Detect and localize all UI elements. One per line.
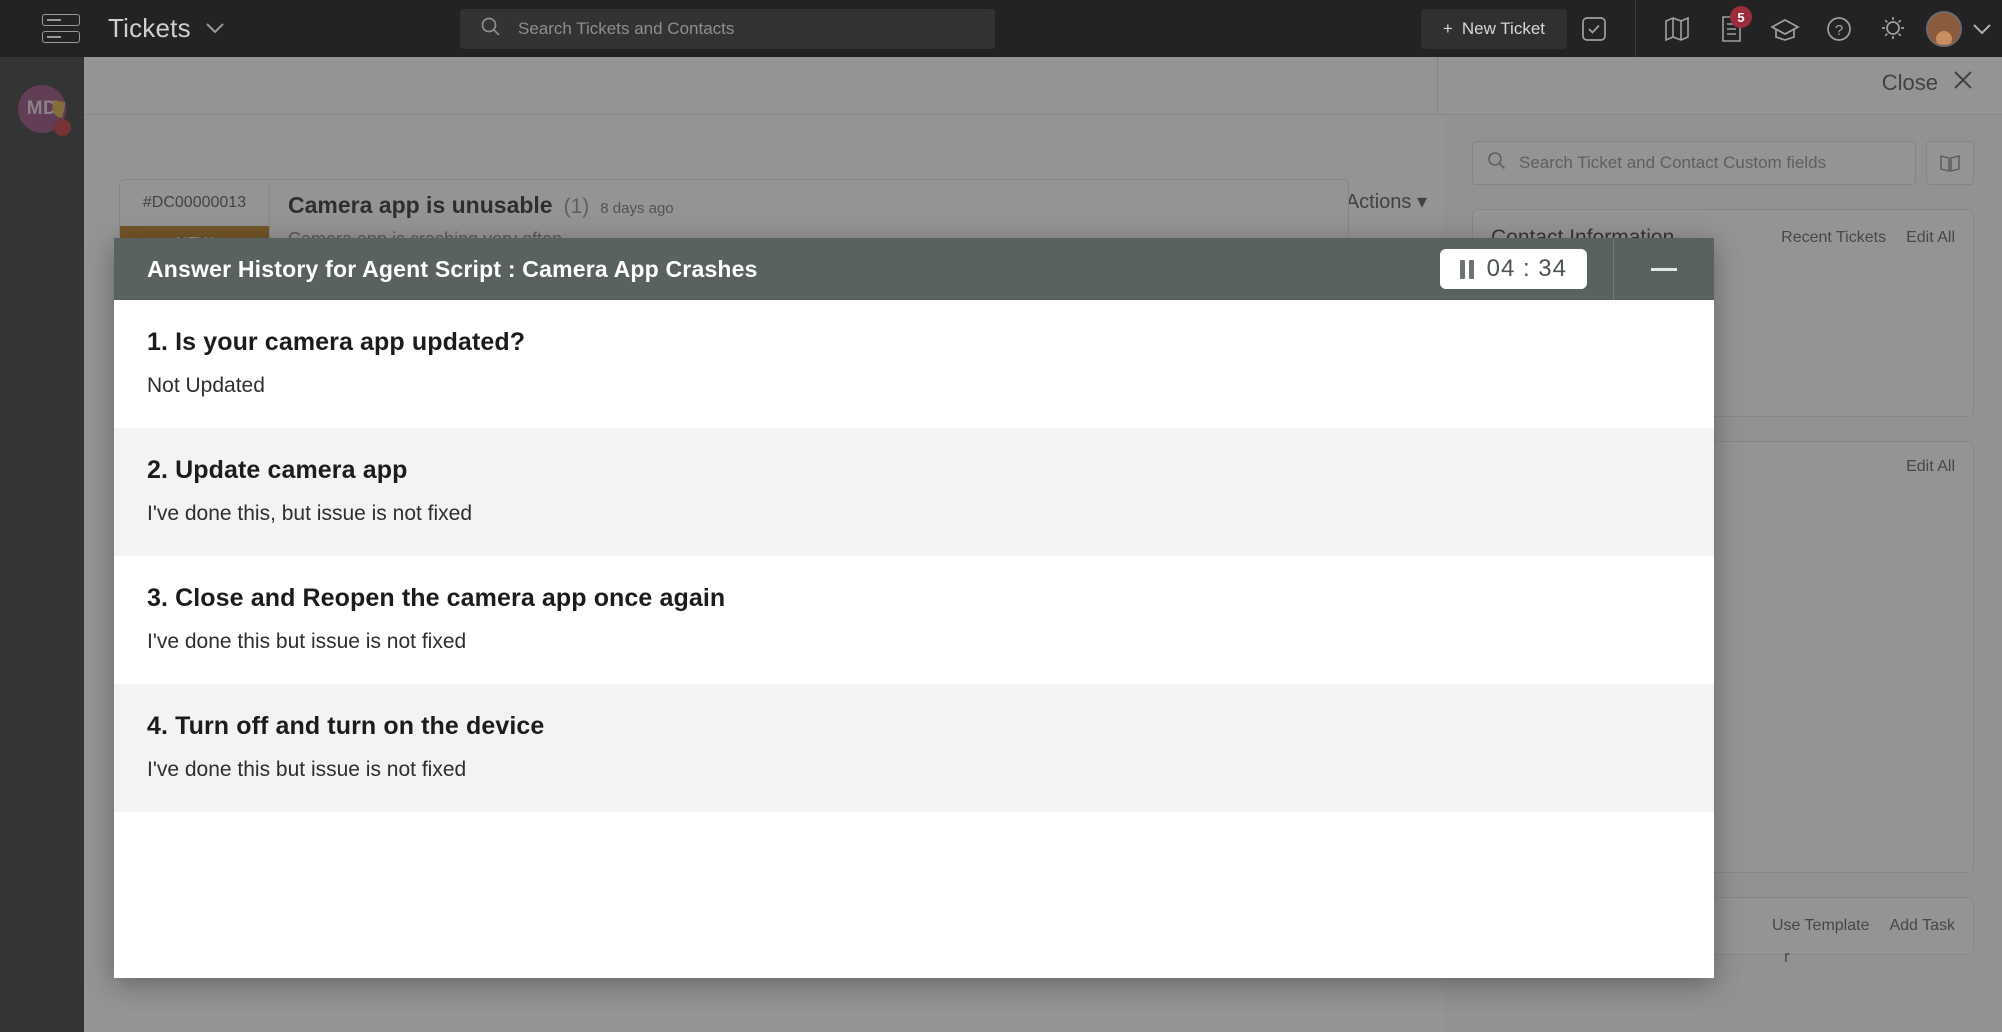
top-navigation-bar: Tickets + New Ticket 5 — [0, 0, 2002, 57]
profile-chevron-down-icon[interactable] — [1962, 0, 2002, 57]
answer-text: I've done this but issue is not fixed — [147, 758, 467, 781]
hamburger-icon[interactable] — [42, 14, 80, 44]
timer-pause-button[interactable]: 04 : 34 — [1439, 249, 1587, 289]
profile-avatar[interactable] — [1926, 10, 1962, 47]
search-icon — [480, 16, 502, 43]
modal-header-actions: 04 : 34 — [1439, 238, 1714, 300]
new-ticket-button[interactable]: + New Ticket — [1420, 8, 1567, 49]
app-root: Tickets + New Ticket 5 — [0, 0, 2002, 1032]
answer-history-item: 3. Close and Reopen the camera app once … — [114, 556, 1714, 684]
top-bar-actions: + New Ticket 5 ? — [1420, 0, 2002, 57]
answer-history-item: 1. Is your camera app updated? Not Updat… — [114, 300, 1714, 428]
modal-title: Answer History for Agent Script : Camera… — [147, 255, 758, 282]
modal-header: Answer History for Agent Script : Camera… — [114, 238, 1714, 300]
document-icon[interactable]: 5 — [1704, 0, 1758, 57]
answer-history-item: 4. Turn off and turn on the device I've … — [114, 684, 1714, 812]
toolbar-divider — [1635, 0, 1636, 57]
notification-badge: 5 — [1730, 6, 1752, 28]
timer-value: 04 : 34 — [1486, 255, 1567, 282]
question-text: 1. Is your camera app updated? — [147, 328, 526, 356]
answer-text: I've done this, but issue is not fixed — [147, 502, 473, 525]
question-text: 3. Close and Reopen the camera app once … — [147, 584, 726, 612]
app-section-title: Tickets — [108, 13, 191, 43]
plus-icon: + — [1442, 18, 1453, 38]
minimize-icon[interactable] — [1614, 238, 1714, 300]
pause-icon — [1459, 259, 1474, 279]
answer-text: Not Updated — [147, 374, 265, 397]
answer-text: I've done this but issue is not fixed — [147, 630, 467, 653]
answer-history-list: 1. Is your camera app updated? Not Updat… — [114, 300, 1714, 978]
lightbulb-icon[interactable] — [1866, 0, 1920, 57]
map-icon[interactable] — [1650, 0, 1704, 57]
chevron-down-icon[interactable] — [205, 19, 225, 39]
answer-history-item: 2. Update camera app I've done this, but… — [114, 428, 1714, 556]
search-input[interactable] — [518, 19, 995, 39]
check-square-icon[interactable] — [1567, 0, 1621, 57]
graduation-cap-icon[interactable] — [1758, 0, 1812, 57]
answer-history-modal: Answer History for Agent Script : Camera… — [114, 238, 1714, 978]
global-search-box[interactable] — [460, 9, 995, 49]
svg-text:?: ? — [1835, 22, 1843, 39]
new-ticket-label: New Ticket — [1461, 18, 1545, 38]
question-text: 4. Turn off and turn on the device — [147, 712, 545, 740]
question-text: 2. Update camera app — [147, 456, 408, 484]
help-circle-icon[interactable]: ? — [1812, 0, 1866, 57]
